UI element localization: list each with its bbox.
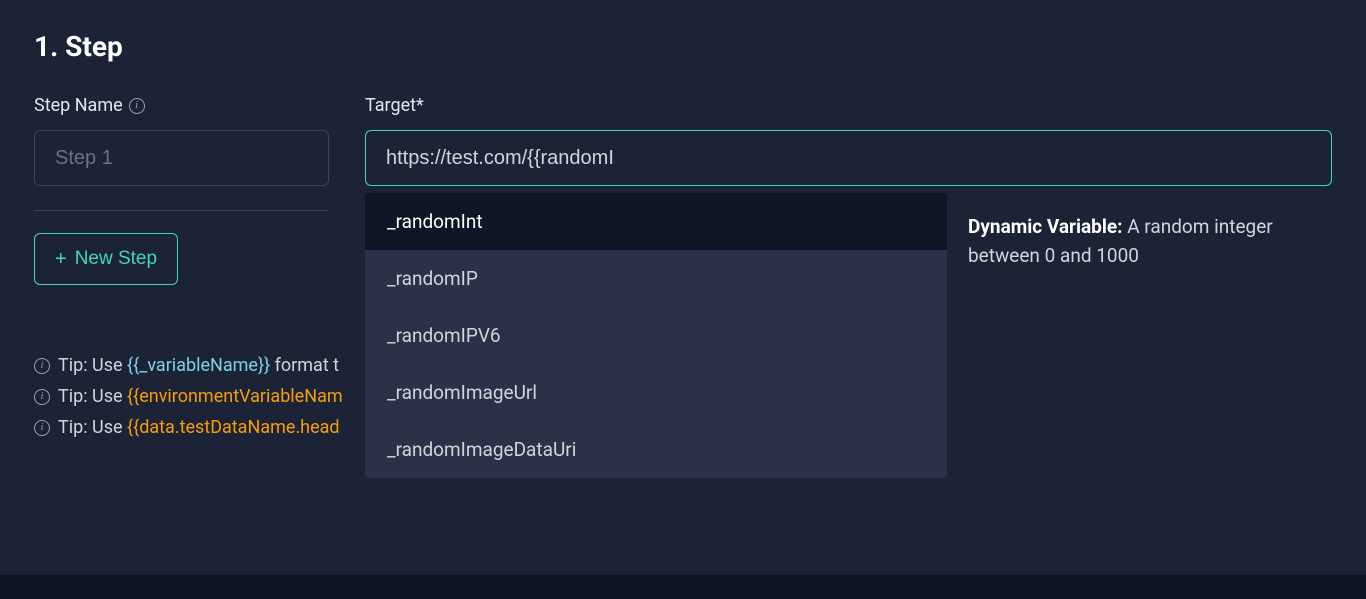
step-heading: 1. Step <box>34 30 1332 63</box>
tip-text: Tip: Use {{_variableName}} format t <box>58 355 339 376</box>
new-step-label: New Step <box>75 248 157 270</box>
info-icon[interactable]: i <box>129 98 145 114</box>
target-label-text: Target* <box>365 95 424 116</box>
variable-hint-panel: Dynamic Variable: A random integer betwe… <box>968 213 1338 270</box>
step-name-field-group: Step Name i <box>34 95 329 186</box>
target-label: Target* <box>365 95 1332 116</box>
tip-text: Tip: Use {{data.testDataName.head <box>58 417 340 438</box>
step-name-label-text: Step Name <box>34 95 123 116</box>
hint-label: Dynamic Variable: <box>968 215 1122 238</box>
step-name-label: Step Name i <box>34 95 329 116</box>
footer-bar <box>0 575 1366 599</box>
info-icon: i <box>34 389 50 405</box>
tip-text: Tip: Use {{environmentVariableNam <box>58 386 343 407</box>
step-name-input[interactable] <box>34 130 329 186</box>
new-step-button[interactable]: + New Step <box>34 233 178 285</box>
divider <box>34 210 329 211</box>
target-input[interactable] <box>365 130 1332 186</box>
autocomplete-item[interactable]: _randomIPV6 <box>365 307 947 364</box>
autocomplete-item[interactable]: _randomImageUrl <box>365 364 947 421</box>
autocomplete-item[interactable]: _randomIP <box>365 250 947 307</box>
autocomplete-item[interactable]: _randomInt <box>365 193 947 250</box>
autocomplete-item[interactable]: _randomImageDataUri <box>365 421 947 478</box>
info-icon: i <box>34 420 50 436</box>
plus-icon: + <box>55 249 67 269</box>
info-icon: i <box>34 358 50 374</box>
autocomplete-dropdown: _randomInt _randomIP _randomIPV6 _random… <box>365 193 947 478</box>
target-field-group: Target* <box>365 95 1332 186</box>
